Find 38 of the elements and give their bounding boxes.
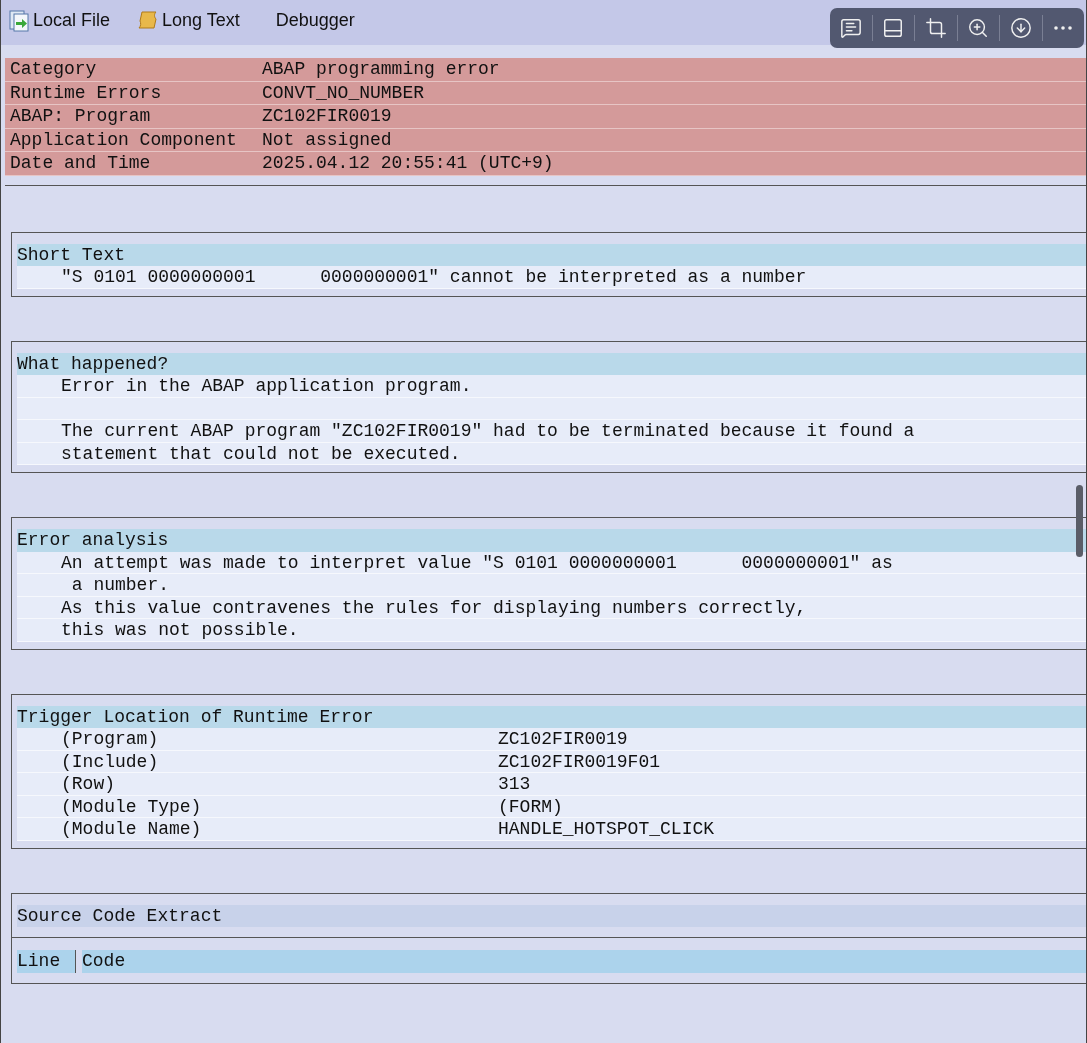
header-value: CONVT_NO_NUMBER <box>262 81 425 104</box>
header-value: Not assigned <box>262 128 392 151</box>
field-value: ZC102FIR0019F01 <box>498 750 661 772</box>
header-label: Date and Time <box>10 152 152 175</box>
section-title: Trigger Location of Runtime Error <box>17 705 1086 728</box>
comment-icon <box>839 17 862 39</box>
field-label: (Include) <box>61 750 160 772</box>
header-value: ZC102FIR0019 <box>262 105 392 128</box>
header-label: Runtime Errors <box>10 81 163 104</box>
field-label: (Row) <box>61 773 116 795</box>
column-header: Line <box>17 950 76 973</box>
section-title: What happened? <box>17 352 1086 375</box>
field-label: (Module Name) <box>61 818 203 840</box>
toolbar-button[interactable]: Local File <box>7 8 111 33</box>
crop-icon <box>924 17 947 39</box>
section-title: Short Text <box>17 243 1086 266</box>
section-title: Source Code Extract <box>17 904 1086 927</box>
field-value: HANDLE_HOTSPOT_CLICK <box>498 818 715 840</box>
field-label: (Program) <box>61 728 160 750</box>
file-export-icon <box>7 8 31 33</box>
header-value: 2025.04.12 20:55:41 (UTC+9) <box>262 152 554 175</box>
field-value: ZC102FIR0019 <box>498 728 628 750</box>
header-label: ABAP: Program <box>10 105 152 128</box>
download-icon <box>1009 17 1032 39</box>
toolbar-button[interactable]: Long Text <box>136 8 240 33</box>
field-label: (Module Type) <box>61 795 203 817</box>
header-label: Application Component <box>10 128 238 151</box>
header-label: Category <box>10 58 98 81</box>
header-value: ABAP programming error <box>262 58 500 81</box>
toolbar-button[interactable]: Debugger <box>275 10 355 31</box>
column-header: Code <box>82 950 1086 973</box>
section-title: Error analysis <box>17 529 1086 552</box>
panel-icon <box>882 17 905 39</box>
field-value: (FORM) <box>498 795 563 817</box>
scrollbar-thumb[interactable] <box>1076 485 1083 557</box>
field-value: 313 <box>498 773 531 795</box>
more-icon <box>1054 26 1073 30</box>
zoom-in-icon <box>967 17 990 39</box>
